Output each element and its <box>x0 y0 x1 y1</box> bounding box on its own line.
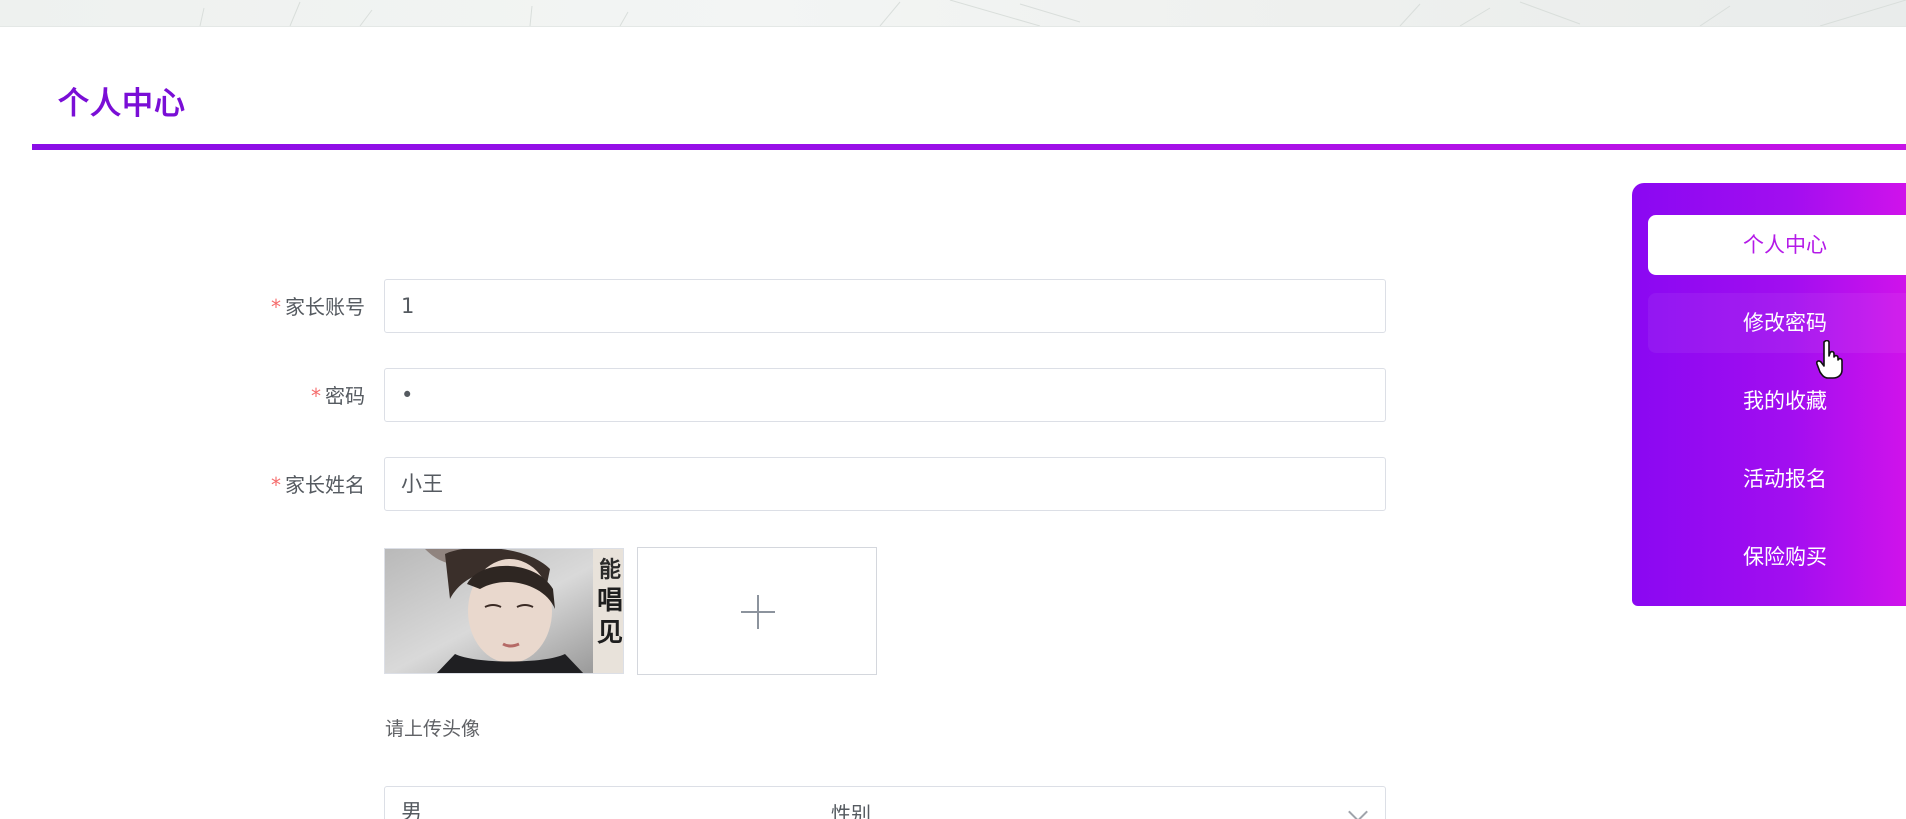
top-banner-strip <box>0 0 1906 27</box>
menu-item-label: 修改密码 <box>1743 311 1827 335</box>
menu-item-label: 活动报名 <box>1743 467 1827 491</box>
hand-pointer-icon <box>1816 340 1843 379</box>
name-field[interactable]: 小王 <box>384 457 1386 511</box>
password-label-text: 密码 <box>325 384 365 408</box>
svg-text:唱: 唱 <box>597 586 623 616</box>
account-field[interactable]: 1 <box>384 279 1386 333</box>
avatar-image[interactable]: 能 唱 见 <box>384 548 624 674</box>
menu-item-change-password[interactable]: 修改密码 <box>1648 293 1906 353</box>
side-menu: 个人中心 修改密码 我的收藏 活动报名 保险购买 <box>1632 183 1906 606</box>
avatar-upload-button[interactable] <box>637 547 877 675</box>
required-mark: * <box>271 473 281 497</box>
required-mark: * <box>311 384 321 408</box>
menu-item-label: 保险购买 <box>1743 545 1827 569</box>
chevron-down-icon <box>1348 802 1368 819</box>
form-row-name: * 家长姓名 小王 <box>0 457 1400 513</box>
page: 个人中心 *家长账号 1 *密码 • *家长姓名 小王 头像 <box>0 0 1906 819</box>
gender-select[interactable]: 男 <box>384 786 1386 819</box>
name-label-text: 家长姓名 <box>285 473 365 497</box>
menu-item-favorites[interactable]: 我的收藏 <box>1648 371 1906 431</box>
svg-text:能: 能 <box>599 557 621 583</box>
avatar-picture: 能 唱 见 <box>385 549 623 673</box>
form-row-password: * 密码 • <box>0 368 1400 424</box>
plus-icon <box>741 595 775 629</box>
password-label: * 密码 <box>311 380 365 409</box>
account-label-text: 家长账号 <box>285 295 365 319</box>
banner-pattern <box>199 0 1906 26</box>
svg-text:见: 见 <box>597 618 623 648</box>
required-mark: * <box>271 295 281 319</box>
menu-item-profile[interactable]: 个人中心 <box>1648 215 1906 275</box>
menu-item-label: 个人中心 <box>1743 233 1827 257</box>
name-label: * 家长姓名 <box>271 469 365 498</box>
title-underline <box>32 144 1906 150</box>
menu-item-insurance[interactable]: 保险购买 <box>1648 527 1906 587</box>
page-title: 个人中心 <box>58 86 186 122</box>
upload-hint: 请上传头像 <box>385 718 481 740</box>
menu-item-label: 我的收藏 <box>1743 389 1827 413</box>
form-row-account: * 家长账号 1 <box>0 279 1400 335</box>
menu-item-activity-signup[interactable]: 活动报名 <box>1648 449 1906 509</box>
gender-value: 男 <box>401 800 422 819</box>
password-field[interactable]: • <box>384 368 1386 422</box>
account-label: * 家长账号 <box>271 291 365 320</box>
